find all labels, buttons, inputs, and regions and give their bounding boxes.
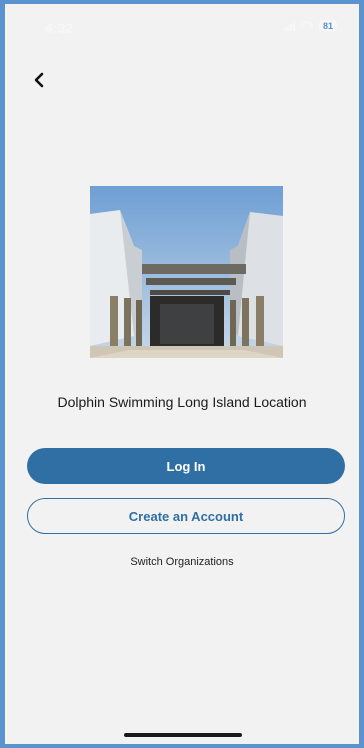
app-screen: 4:32 81 Dolphin Swimming Long Island Loc… bbox=[5, 4, 359, 744]
battery-level: 81 bbox=[322, 20, 333, 31]
chevron-left-icon bbox=[34, 72, 44, 88]
switch-organizations-link[interactable]: Switch Organizations bbox=[5, 556, 359, 568]
signal-icon bbox=[284, 21, 295, 31]
location-photo bbox=[90, 186, 283, 358]
home-indicator bbox=[124, 733, 242, 737]
wifi-icon bbox=[301, 21, 313, 31]
status-bar: 4:32 81 bbox=[5, 4, 359, 44]
location-name: Dolphin Swimming Long Island Location bbox=[57, 394, 307, 410]
status-icons: 81 bbox=[284, 20, 337, 31]
building-image bbox=[90, 186, 283, 358]
battery-icon: 81 bbox=[319, 20, 337, 31]
back-button[interactable] bbox=[27, 68, 51, 92]
status-time: 4:32 bbox=[45, 20, 74, 36]
login-button[interactable]: Log In bbox=[27, 448, 345, 484]
create-account-button[interactable]: Create an Account bbox=[27, 498, 345, 534]
